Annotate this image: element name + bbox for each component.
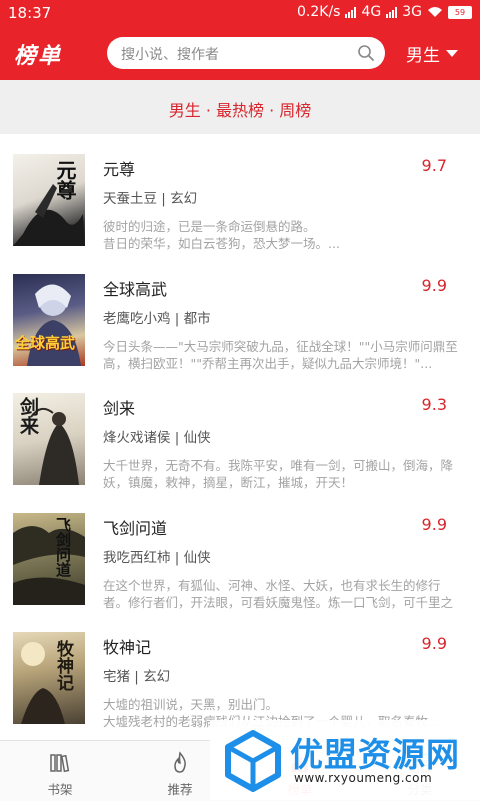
gender-dropdown[interactable]: 男生	[406, 41, 458, 66]
wifi-icon	[428, 7, 442, 17]
book-list: 元尊 元尊 9.7 天蚕土豆 | 玄幻 彼时的归途，已是一条命运倒悬的路。 昔日…	[0, 134, 480, 732]
watermark: 优盟资源网 www.rxyoumeng.com	[210, 720, 480, 800]
cover-title: 剑来	[17, 397, 39, 435]
cover-title: 全球高武	[15, 333, 76, 352]
book-cover: 剑来	[13, 393, 85, 485]
search-icon[interactable]	[357, 44, 375, 62]
book-item[interactable]: 元尊 元尊 9.7 天蚕土豆 | 玄幻 彼时的归途，已是一条命运倒悬的路。 昔日…	[0, 134, 480, 254]
book-title: 飞剑问道	[103, 518, 168, 538]
ranking-filter-label: 男生 · 最热榜 · 周榜	[168, 101, 312, 120]
book-score: 9.7	[421, 156, 447, 175]
book-author-genre: 天蚕土豆 | 玄幻	[103, 191, 198, 207]
chevron-down-icon	[446, 50, 458, 57]
cover-title: 牧神记	[53, 640, 73, 691]
status-indicators: 0.2K/s 4G 3G 59	[297, 4, 472, 20]
search-input[interactable]: 搜小说、搜作者	[107, 37, 385, 69]
book-title: 剑来	[103, 399, 136, 418]
book-score: 9.9	[421, 634, 447, 653]
book-cover: 牧神记	[13, 632, 85, 724]
page-title: 榜单	[14, 44, 63, 69]
flame-icon	[174, 751, 186, 773]
book-score: 9.9	[421, 275, 447, 295]
network-speed: 0.2K/s	[297, 4, 341, 20]
watermark-brand: 优盟资源网	[290, 735, 460, 774]
status-bar: 18:37 0.2K/s 4G 3G 59	[0, 0, 480, 26]
ranking-filter-bar[interactable]: 男生 · 最热榜 · 周榜	[0, 80, 480, 134]
app-bar: 榜单 搜小说、搜作者 男生	[0, 26, 480, 80]
cover-art-icon	[13, 525, 85, 605]
book-description: 大千世界，无奇不有。我陈平安，唯有一剑，可搬山，倒海，降妖，镇魔，敕神，摘星，断…	[103, 458, 454, 490]
cover-title: 飞剑问道	[54, 516, 72, 577]
book-item[interactable]: 飞剑问道 飞剑问道 9.9 我吃西红柿 | 仙侠 在这个世界，有狐仙、河神、水怪…	[0, 493, 480, 613]
book-score: 9.9	[421, 514, 447, 534]
gender-label: 男生	[406, 46, 440, 66]
book-item[interactable]: 全球高武 全球高武 9.9 老鹰吃小鸡 | 都市 今日头条——"大马宗师突破九品…	[0, 254, 480, 374]
network-type-1: 4G	[361, 4, 382, 20]
book-description: 在这个世界，有狐仙、河神、水怪、大妖，也有求长生的修行者。修行者们，开法眼，可看…	[103, 577, 454, 610]
tab-bookshelf[interactable]: 书架	[0, 741, 120, 801]
book-description: 今日头条——"大马宗师突破九品，征战全球！""小马宗师问鼎至高，横扫欧亚！""乔…	[103, 338, 458, 371]
book-item[interactable]: 剑来 剑来 9.3 烽火戏诸侯 | 仙侠 大千世界，无奇不有。我陈平安，唯有一剑…	[0, 373, 480, 493]
signal-icon	[345, 6, 357, 18]
book-cover: 元尊	[13, 154, 85, 246]
bookshelf-icon	[50, 754, 70, 773]
book-item[interactable]: 牧神记 牧神记 9.9 宅猪 | 玄幻 大墟的祖训说，天黑，别出门。 大墟残老村…	[0, 612, 480, 732]
status-time: 18:37	[8, 4, 52, 22]
book-author-genre: 宅猪 | 玄幻	[103, 669, 171, 685]
search-placeholder: 搜小说、搜作者	[121, 47, 219, 63]
battery-icon: 59	[448, 5, 472, 19]
book-author-genre: 我吃西红柿 | 仙侠	[103, 549, 211, 566]
network-type-2: 3G	[402, 4, 422, 20]
book-cover: 飞剑问道	[13, 512, 85, 605]
signal-icon-2	[386, 6, 398, 18]
cube-logo-icon	[225, 730, 281, 792]
book-author-genre: 烽火戏诸侯 | 仙侠	[103, 430, 211, 446]
book-score: 9.3	[421, 395, 447, 414]
book-description: 彼时的归途，已是一条命运倒悬的路。 昔日的荣华，如白云苍狗，恐大梦一场。...	[103, 219, 340, 251]
cover-title: 元尊	[53, 160, 77, 200]
book-title: 牧神记	[103, 638, 152, 657]
tab-label: 书架	[47, 782, 73, 797]
watermark-url: www.rxyoumeng.com	[294, 771, 433, 785]
book-title: 元尊	[103, 160, 136, 179]
book-author-genre: 老鹰吃小鸡 | 都市	[103, 310, 211, 327]
book-title: 全球高武	[103, 279, 168, 299]
book-cover: 全球高武	[13, 273, 85, 366]
